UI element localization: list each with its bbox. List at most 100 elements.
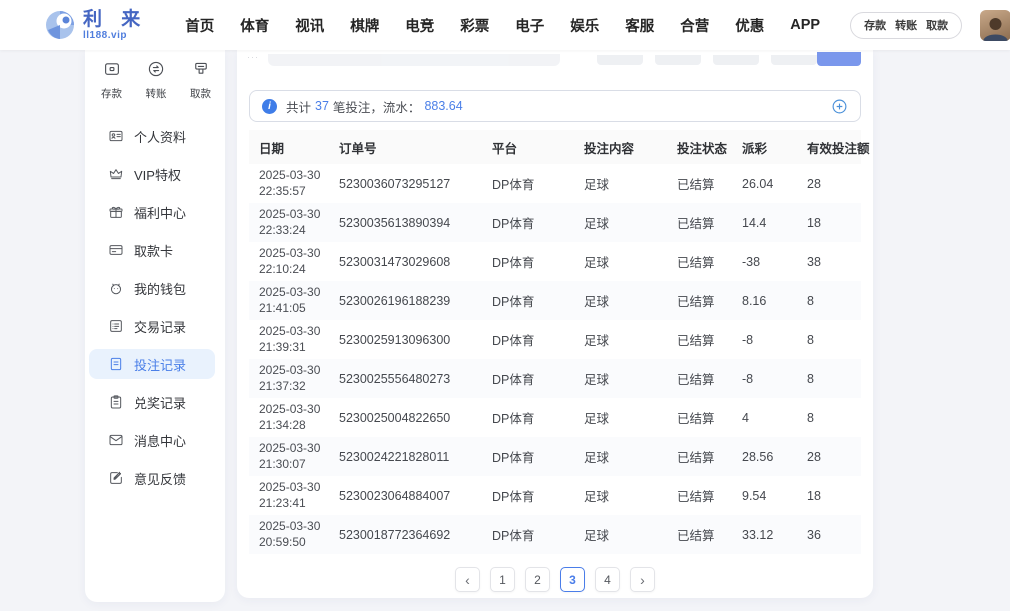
sidebar: 存款转账 取款 个人资料 VIP特权福利中心取款卡我的钱包交易记录投注记录兑奖记录消… (85, 50, 225, 602)
table-row[interactable]: 2025-03-3021:30:07 5230024221828011 DP体育… (249, 437, 861, 476)
nav-item-娱乐[interactable]: 娱乐 (570, 15, 599, 36)
sidebar-item-label: 意见反馈 (134, 469, 186, 488)
quick-action-取款[interactable]: 取款 (190, 60, 211, 101)
cell-bet-content: 足球 (574, 447, 667, 466)
nav-item-棋牌[interactable]: 棋牌 (350, 15, 379, 36)
pagination-prev-button[interactable]: ‹ (455, 567, 480, 592)
nav-item-彩票[interactable]: 彩票 (460, 15, 489, 36)
table-row[interactable]: 2025-03-3021:41:05 5230026196188239 DP体育… (249, 281, 861, 320)
cell-valid-amount: 8 (797, 411, 861, 425)
quick-action-转账[interactable]: 转账 (146, 60, 167, 101)
cell-date: 2025-03-3022:35:57 (249, 168, 329, 199)
nav-item-体育[interactable]: 体育 (240, 15, 269, 36)
wallet-pill-存款[interactable]: 存款 (864, 17, 886, 33)
pagination-page-2[interactable]: 2 (525, 567, 550, 592)
sidebar-item-投注记录[interactable]: 投注记录 (89, 349, 215, 379)
wallet-pill-取款[interactable]: 取款 (926, 17, 948, 33)
site-logo[interactable]: 利 来 ll188.vip (45, 10, 147, 41)
table-row[interactable]: 2025-03-3021:23:41 5230023064884007 DP体育… (249, 476, 861, 515)
nav-item-APP[interactable]: APP (790, 17, 820, 33)
table-row[interactable]: 2025-03-3022:35:57 5230036073295127 DP体育… (249, 164, 861, 203)
pagination-next-button[interactable]: › (630, 567, 655, 592)
wallet-icon (108, 280, 124, 296)
cell-order-number: 5230023064884007 (329, 489, 482, 503)
cell-date: 2025-03-3021:34:28 (249, 402, 329, 433)
sidebar-item-我的钱包[interactable]: 我的钱包 (89, 273, 215, 303)
cell-valid-amount: 18 (797, 489, 861, 503)
sidebar-item-意见反馈[interactable]: 意见反馈 (89, 463, 215, 493)
filter-chip-clipped[interactable] (655, 55, 701, 65)
column-header-派彩: 派彩 (732, 138, 797, 157)
cell-payout: 26.04 (732, 177, 797, 191)
circle-plus-icon[interactable] (831, 98, 848, 115)
sidebar-item-取款卡[interactable]: 取款卡 (89, 235, 215, 265)
nav-item-电竞[interactable]: 电竞 (405, 15, 434, 36)
cell-platform: DP体育 (482, 291, 574, 310)
sidebar-item-label: 福利中心 (134, 203, 186, 222)
cell-date: 2025-03-3022:33:24 (249, 207, 329, 238)
filter-chip-clipped[interactable] (713, 55, 759, 65)
table-row[interactable]: 2025-03-3021:37:32 5230025556480273 DP体育… (249, 359, 861, 398)
column-header-投注状态: 投注状态 (667, 138, 732, 157)
wallet-pill-转账[interactable]: 转账 (895, 17, 917, 33)
cell-order-number: 5230024221828011 (329, 450, 482, 464)
sidebar-item-label: 取款卡 (134, 241, 173, 260)
nav-item-优惠[interactable]: 优惠 (735, 15, 764, 36)
sidebar-menu: 个人资料 VIP特权福利中心取款卡我的钱包交易记录投注记录兑奖记录消息中心意见反馈 (85, 121, 225, 493)
table-body: 2025-03-3022:35:57 5230036073295127 DP体育… (249, 164, 861, 554)
deposit-icon (103, 60, 121, 78)
sidebar-item-兑奖记录[interactable]: 兑奖记录 (89, 387, 215, 417)
table-row[interactable]: 2025-03-3022:10:24 5230031473029608 DP体育… (249, 242, 861, 281)
sidebar-item-label: 我的钱包 (134, 279, 186, 298)
sidebar-item-交易记录[interactable]: 交易记录 (89, 311, 215, 341)
cell-valid-amount: 28 (797, 450, 861, 464)
cell-bet-content: 足球 (574, 174, 667, 193)
wallet-quick-pill: 存款转账取款 (850, 12, 962, 39)
table-row[interactable]: 2025-03-3021:39:31 5230025913096300 DP体育… (249, 320, 861, 359)
table-row[interactable]: 2025-03-3021:34:28 5230025004822650 DP体育… (249, 398, 861, 437)
sidebar-item-个人资料[interactable]: 个人资料 (89, 121, 215, 151)
nav-item-合营[interactable]: 合营 (680, 15, 709, 36)
sidebar-item-VIP特权[interactable]: VIP特权 (89, 159, 215, 189)
sidebar-item-消息中心[interactable]: 消息中心 (89, 425, 215, 455)
search-button-clipped[interactable] (817, 52, 861, 66)
cell-bet-status: 已结算 (667, 252, 732, 271)
summary-count: 37 (315, 99, 329, 113)
filter-chip-clipped[interactable] (597, 55, 643, 65)
cell-order-number: 5230036073295127 (329, 177, 482, 191)
nav-item-首页[interactable]: 首页 (185, 15, 214, 36)
cell-order-number: 5230035613890394 (329, 216, 482, 230)
info-icon: i (262, 99, 277, 114)
cell-order-number: 5230025004822650 (329, 411, 482, 425)
filter-chip-clipped[interactable] (771, 55, 817, 65)
sidebar-item-label: 投注记录 (134, 355, 186, 374)
sidebar-item-label: 个人资料 (134, 127, 186, 146)
quick-action-label: 转账 (146, 86, 167, 101)
table-row[interactable]: 2025-03-3020:59:50 5230018772364692 DP体育… (249, 515, 861, 554)
cell-order-number: 5230025556480273 (329, 372, 482, 386)
table-row[interactable]: 2025-03-3022:33:24 5230035613890394 DP体育… (249, 203, 861, 242)
user-info[interactable]: anxin3399 总资产： 1363.49元 永久域名： ll188.vip … (980, 10, 1010, 41)
cell-platform: DP体育 (482, 330, 574, 349)
nav-item-客服[interactable]: 客服 (625, 15, 654, 36)
column-header-有效投注额: 有效投注额 (797, 138, 861, 157)
quick-action-存款[interactable]: 存款 (101, 60, 122, 101)
cell-bet-status: 已结算 (667, 447, 732, 466)
pagination-page-4[interactable]: 4 (595, 567, 620, 592)
cell-bet-content: 足球 (574, 213, 667, 232)
cell-payout: 4 (732, 411, 797, 425)
pagination-page-3[interactable]: 3 (560, 567, 585, 592)
sidebar-item-福利中心[interactable]: 福利中心 (89, 197, 215, 227)
nav-item-电子[interactable]: 电子 (515, 15, 544, 36)
cell-bet-status: 已结算 (667, 330, 732, 349)
cell-bet-status: 已结算 (667, 291, 732, 310)
nav-item-视讯[interactable]: 视讯 (295, 15, 324, 36)
filter-row-clipped: ··· (237, 50, 873, 68)
pagination-page-1[interactable]: 1 (490, 567, 515, 592)
filter-date-input-clipped[interactable] (268, 54, 560, 66)
cell-platform: DP体育 (482, 486, 574, 505)
cell-date: 2025-03-3021:23:41 (249, 480, 329, 511)
avatar[interactable] (980, 10, 1010, 41)
summary-turnover: 883.64 (424, 99, 462, 113)
cell-platform: DP体育 (482, 408, 574, 427)
